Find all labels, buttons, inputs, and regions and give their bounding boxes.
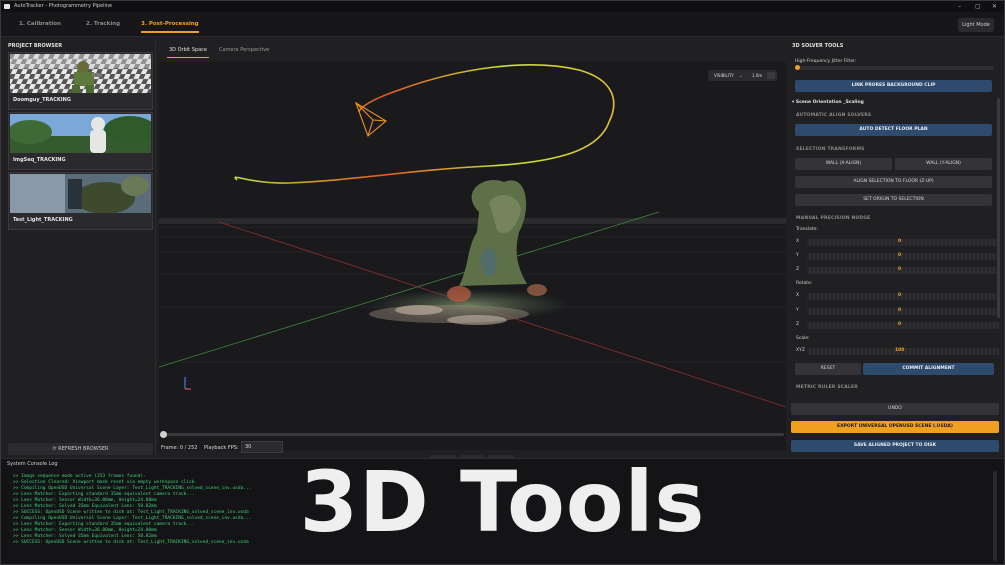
- selection-transforms-header: SELECTION TRANSFORMS: [796, 147, 865, 152]
- rotate-label: Rotate:: [796, 281, 813, 286]
- reset-button[interactable]: RESET: [795, 363, 861, 375]
- project-item-label: Doomguy_TRACKING: [13, 97, 71, 103]
- translate-z-slider[interactable]: [807, 267, 999, 274]
- project-item-label: Test_Light_TRACKING: [13, 217, 73, 223]
- translate-x-slider[interactable]: [807, 239, 999, 246]
- visibility-label: VISIBILITY: [714, 73, 734, 78]
- auto-align-header: AUTOMATIC ALIGN SOLVERS: [796, 113, 872, 118]
- solver-tools-panel: 3D SOLVER TOOLS High-Frequency Jitter Fi…: [789, 38, 1004, 456]
- title-bar: AutoTracker - Photogrammetry Pipeline – …: [1, 1, 1004, 12]
- visibility-value: 1.0m: [752, 73, 763, 78]
- project-item-doomguy[interactable]: Doomguy_TRACKING: [8, 52, 153, 110]
- main-tab-bar: 1. Calibration 2. Tracking 3. Post-Proce…: [1, 12, 1004, 37]
- camera-track-path: [234, 64, 615, 184]
- translate-y-axis: Y: [796, 253, 799, 258]
- scale-xyz-axis: XYZ: [796, 348, 805, 353]
- rotate-x-value: 0: [898, 293, 902, 298]
- rotate-y-axis: Y: [796, 308, 799, 313]
- metric-ruler-header: METRIC RULER SCALER: [796, 385, 858, 390]
- tab-post-processing[interactable]: 3. Post-Processing: [141, 18, 199, 33]
- scene-canvas: [159, 64, 786, 408]
- jitter-filter-label: High-Frequency Jitter Filter:: [795, 59, 857, 64]
- visibility-control[interactable]: VISIBILITY ⌄ 1.0m: [708, 70, 777, 81]
- test-light-thumbnail: [10, 174, 151, 213]
- translate-y-value: 0: [898, 253, 902, 258]
- light-mode-button[interactable]: Light Mode: [958, 18, 994, 32]
- translate-z-value: 0: [898, 267, 902, 272]
- jitter-filter-knob[interactable]: [795, 65, 800, 70]
- project-item-imgseq[interactable]: ImgSeq_TRACKING: [8, 112, 153, 170]
- translate-z-axis: Z: [796, 267, 800, 272]
- translate-x-value: 0: [898, 239, 902, 244]
- overlay-caption: 3D Tools: [299, 453, 706, 551]
- close-icon[interactable]: ✕: [992, 1, 997, 12]
- wall-y-align-button[interactable]: WALL (Y-ALIGN): [895, 158, 992, 170]
- tab-3d-orbit-space[interactable]: 3D Orbit Space: [167, 44, 209, 58]
- project-browser-title: PROJECT BROWSER: [8, 43, 63, 49]
- point-cloud: [369, 180, 569, 325]
- imgseq-thumbnail: [10, 114, 151, 153]
- project-browser-panel: PROJECT BROWSER Doomguy_TRACKING ImgSeq_…: [1, 38, 156, 456]
- tab-camera-perspective[interactable]: Camera Perspective: [219, 44, 269, 58]
- nudge-header: MANUAL PRECISION NUDGE: [796, 216, 871, 221]
- visibility-toggle[interactable]: [767, 72, 775, 79]
- rotate-x-axis: X: [796, 293, 800, 298]
- jitter-filter-slider[interactable]: [795, 65, 994, 70]
- translate-label: Translate:: [796, 227, 818, 232]
- scale-label: Scale:: [796, 336, 810, 341]
- undo-button[interactable]: UNDO: [791, 403, 999, 415]
- project-item-test-light[interactable]: Test_Light_TRACKING: [8, 172, 153, 230]
- translate-y-slider[interactable]: [807, 253, 999, 260]
- scene-orientation-header[interactable]: ▾ Scene Orientation _Scaling: [792, 100, 864, 105]
- window-title: AutoTracker - Photogrammetry Pipeline: [14, 3, 113, 9]
- project-item-label: ImgSeq_TRACKING: [13, 157, 66, 163]
- app-icon: [4, 4, 10, 9]
- 3d-viewport[interactable]: VISIBILITY ⌄ 1.0m: [159, 62, 786, 450]
- chevron-down-icon[interactable]: ⌄: [739, 70, 742, 81]
- viewport-area: 3D Orbit Space Camera Perspective VISIBI…: [159, 38, 786, 467]
- link-prores-button[interactable]: LINK PRORES BACKGROUND CLIP: [795, 80, 992, 92]
- tab-calibration[interactable]: 1. Calibration: [19, 18, 61, 33]
- frame-timeline[interactable]: [160, 431, 784, 438]
- maximize-icon[interactable]: ▢: [975, 1, 981, 12]
- tab-tracking[interactable]: 2. Tracking: [86, 18, 120, 33]
- app-window: AutoTracker - Photogrammetry Pipeline – …: [0, 0, 1005, 565]
- rotate-y-slider[interactable]: [807, 308, 999, 315]
- timeline-scrubber[interactable]: [160, 431, 167, 438]
- translate-x-axis: X: [796, 239, 800, 244]
- export-usd-button[interactable]: EXPORT UNIVERSAL OPENUSD SCENE (.USDA): [791, 421, 999, 433]
- set-origin-button[interactable]: SET ORIGIN TO SELECTION: [795, 194, 992, 206]
- y-axis-line: [159, 211, 660, 368]
- wall-x-align-button[interactable]: WALL (X-ALIGN): [795, 158, 892, 170]
- align-floor-button[interactable]: ALIGN SELECTION TO FLOOR (Z-UP): [795, 176, 992, 188]
- rotate-z-slider[interactable]: [807, 322, 999, 329]
- commit-alignment-button[interactable]: COMMIT ALIGNMENT: [863, 363, 994, 375]
- minimize-icon[interactable]: –: [958, 1, 961, 12]
- scale-xyz-value: 100: [895, 348, 905, 353]
- rotate-x-slider[interactable]: [807, 293, 999, 300]
- rotate-y-value: 0: [898, 308, 902, 313]
- rotate-z-value: 0: [898, 322, 902, 327]
- camera-frustum: [354, 101, 387, 137]
- rotate-z-axis: Z: [796, 322, 800, 327]
- solver-scrollbar[interactable]: [997, 98, 1000, 318]
- solver-tools-title: 3D SOLVER TOOLS: [792, 43, 844, 49]
- axis-gizmo: [184, 377, 191, 390]
- auto-detect-floor-button[interactable]: AUTO DETECT FLOOR PLAN: [795, 124, 992, 136]
- doomguy-thumbnail: [10, 54, 151, 93]
